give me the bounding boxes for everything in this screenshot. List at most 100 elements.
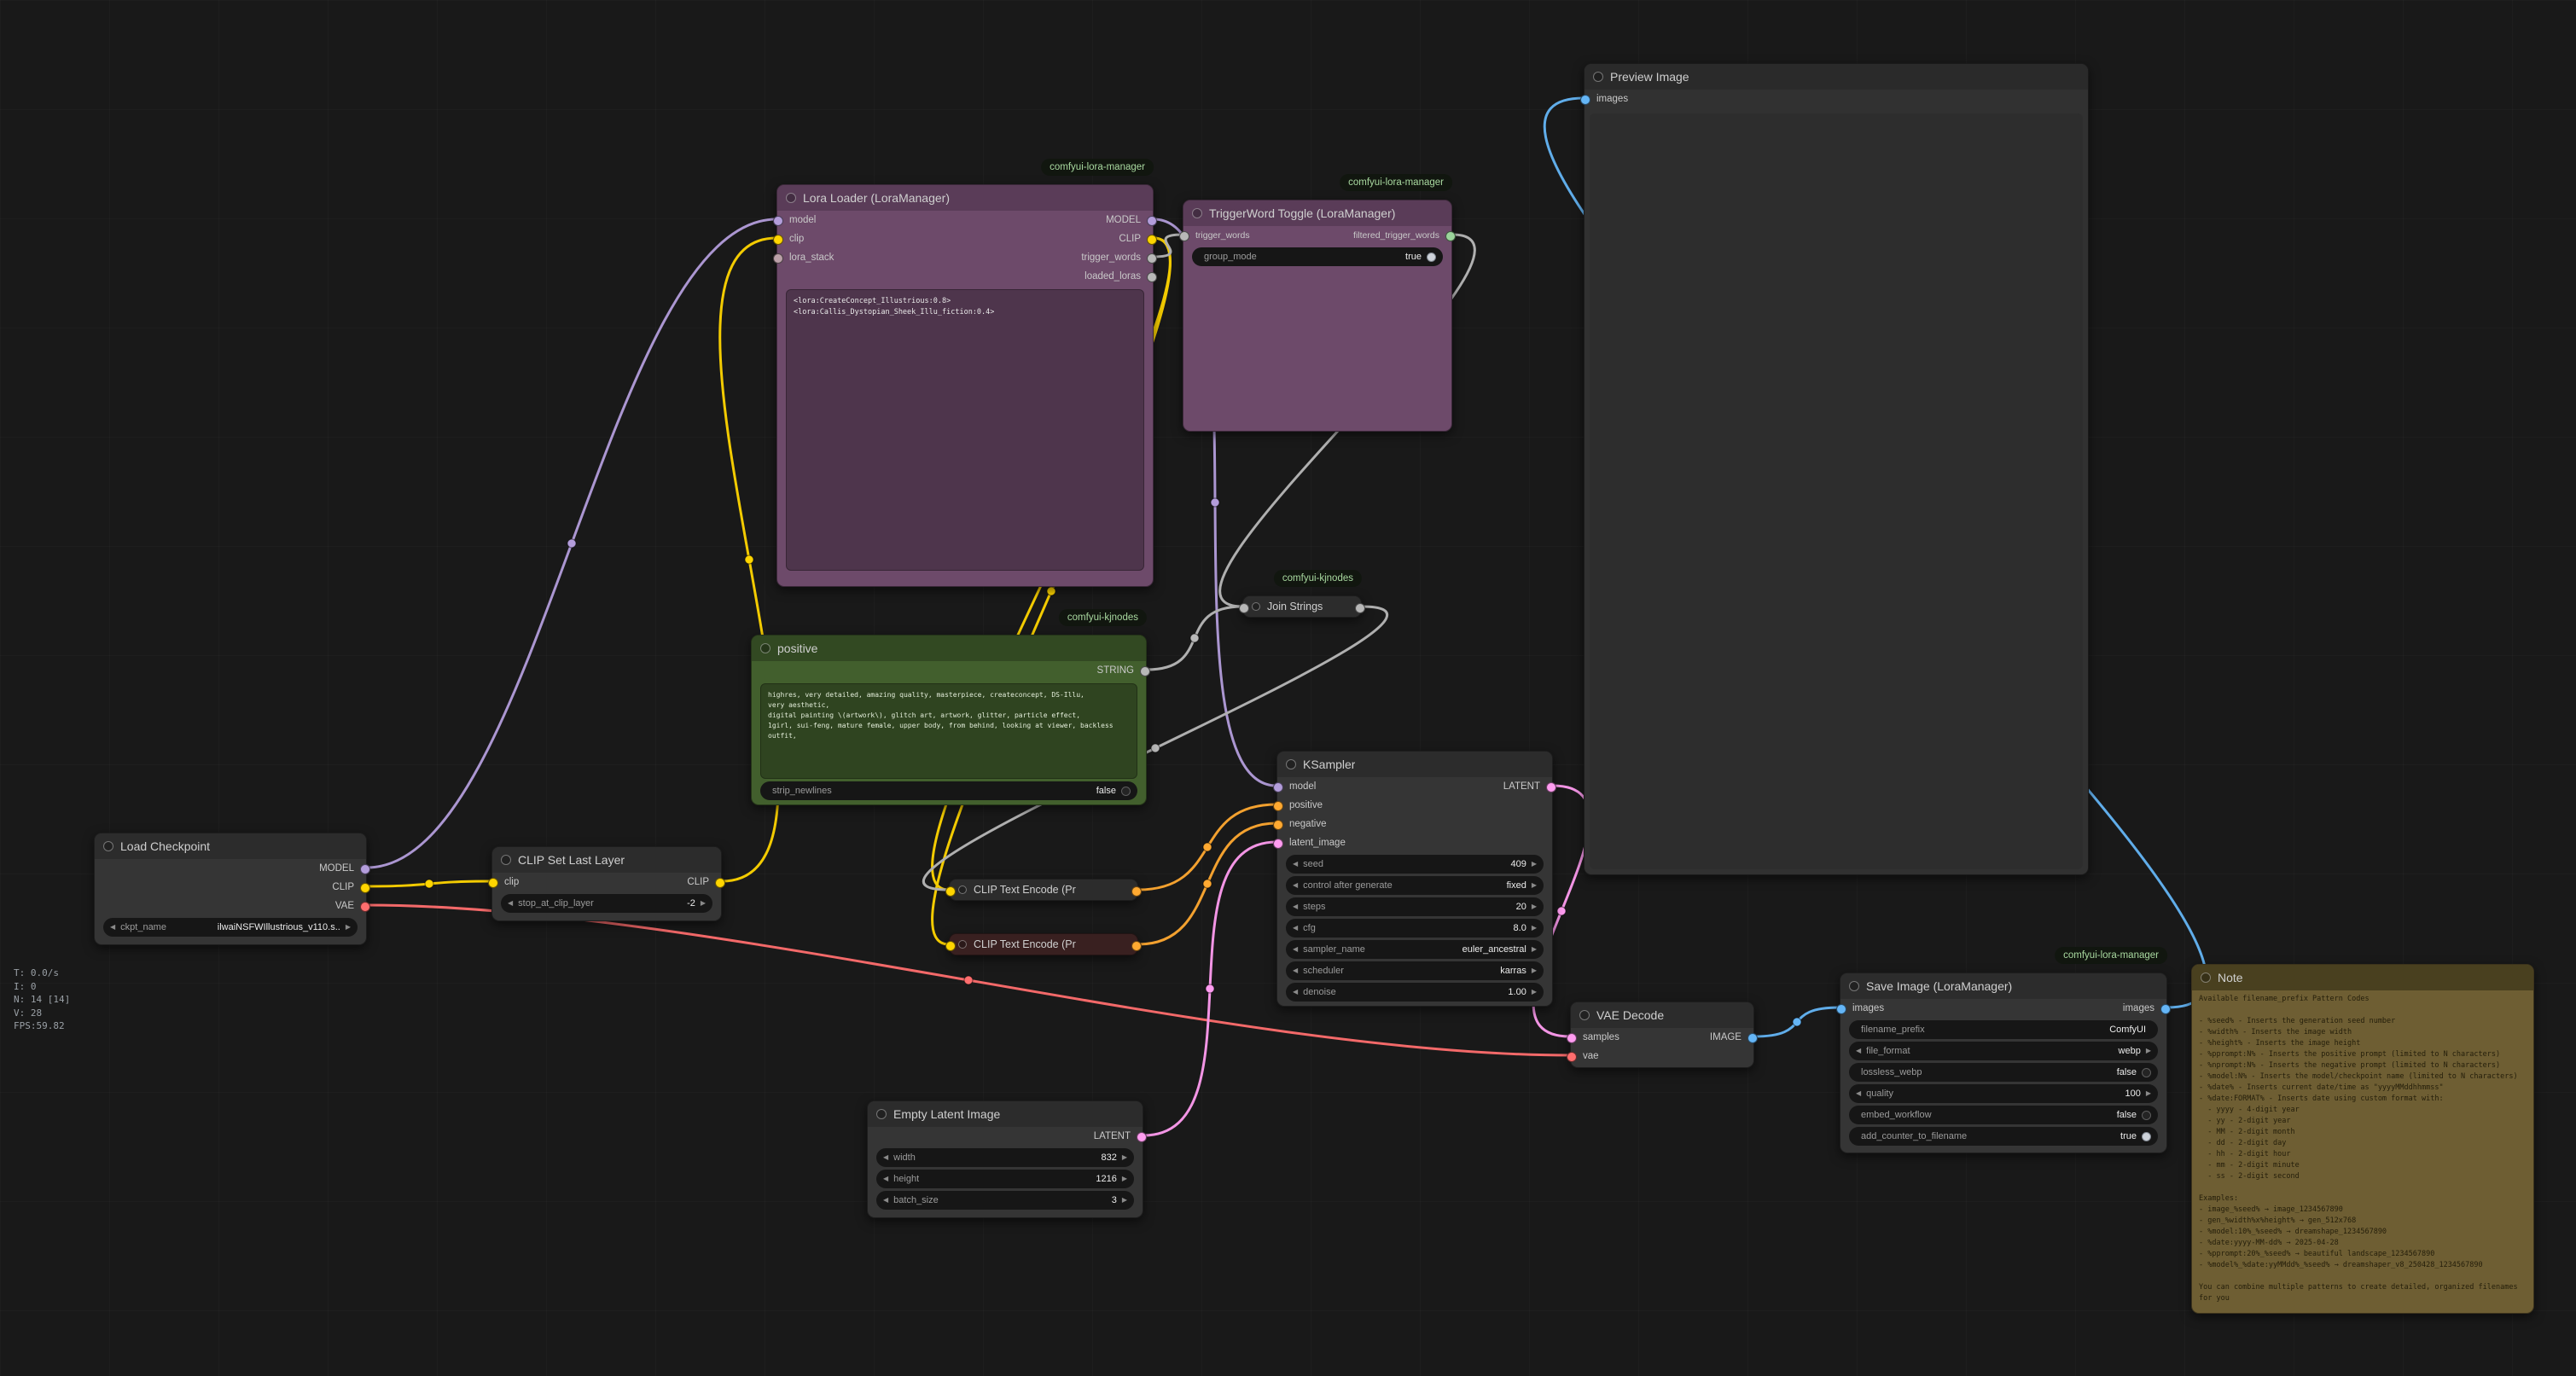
next-arrow-icon[interactable]: ▶	[1532, 903, 1537, 910]
widget-filename-prefix[interactable]: filename_prefix ComfyUI	[1849, 1020, 2158, 1039]
toggle-indicator[interactable]	[2142, 1111, 2151, 1120]
link-midpoint-dot[interactable]	[1211, 498, 1219, 507]
node-save-image[interactable]: Save Image (LoraManager) images images f…	[1840, 972, 2167, 1153]
output-port-clip[interactable]	[360, 883, 370, 893]
toggle-indicator[interactable]	[2142, 1068, 2151, 1077]
node-clip-text-encode-positive[interactable]: CLIP Text Encode (Pr	[949, 879, 1138, 901]
node-positive-prompt[interactable]: positive STRING highres, very detailed, …	[751, 635, 1147, 805]
node-header[interactable]: Lora Loader (LoraManager)	[777, 185, 1153, 211]
output-port-model[interactable]	[1147, 216, 1157, 226]
link-midpoint-dot[interactable]	[1793, 1018, 1801, 1026]
next-arrow-icon[interactable]: ▶	[346, 924, 351, 931]
output-port-image[interactable]	[1747, 1033, 1758, 1043]
node-header[interactable]: TriggerWord Toggle (LoraManager)	[1183, 200, 1451, 226]
prev-arrow-icon[interactable]: ◀	[1293, 946, 1298, 953]
collapse-toggle-icon[interactable]	[1849, 981, 1859, 991]
output-port-images[interactable]	[2160, 1004, 2171, 1014]
output-port-trigger-words[interactable]	[1147, 253, 1157, 264]
toggle-indicator[interactable]	[1121, 787, 1131, 796]
node-preview-image[interactable]: Preview Image images	[1584, 63, 2089, 875]
output-port-clip[interactable]	[715, 878, 725, 888]
node-header[interactable]: Join Strings	[1243, 596, 1361, 617]
prev-arrow-icon[interactable]: ◀	[1293, 882, 1298, 889]
collapse-toggle-icon[interactable]	[1192, 208, 1202, 218]
node-header[interactable]: CLIP Set Last Layer	[492, 847, 721, 873]
input-port-lora-stack[interactable]	[773, 253, 783, 264]
output-port-latent[interactable]	[1546, 782, 1556, 793]
collapse-toggle-icon[interactable]	[1286, 759, 1296, 769]
widget-height[interactable]: ◀ height 1216 ▶	[876, 1170, 1134, 1188]
next-arrow-icon[interactable]: ▶	[1532, 946, 1537, 953]
widget-file-format[interactable]: ◀ file_format webp ▶	[1849, 1042, 2158, 1060]
widget-cfg[interactable]: ◀ cfg 8.0 ▶	[1286, 919, 1544, 938]
node-triggerword-toggle[interactable]: TriggerWord Toggle (LoraManager) trigger…	[1183, 200, 1452, 432]
link-midpoint-dot[interactable]	[964, 976, 973, 984]
node-note[interactable]: Note Available filename_prefix Pattern C…	[2191, 964, 2534, 1314]
node-header[interactable]: Preview Image	[1585, 64, 2088, 90]
collapse-toggle-icon[interactable]	[876, 1109, 887, 1119]
widget-strip-newlines[interactable]: strip_newlines false	[760, 781, 1137, 800]
output-port-joined-string[interactable]	[1355, 603, 1365, 613]
link-midpoint-dot[interactable]	[1151, 744, 1160, 752]
next-arrow-icon[interactable]: ▶	[2146, 1090, 2151, 1097]
node-clip-text-encode-negative[interactable]: CLIP Text Encode (Pr	[949, 933, 1138, 955]
output-port-latent[interactable]	[1137, 1132, 1147, 1142]
prev-arrow-icon[interactable]: ◀	[1293, 861, 1298, 868]
next-arrow-icon[interactable]: ▶	[1122, 1176, 1127, 1182]
input-port-clip[interactable]	[945, 941, 956, 951]
note-text-widget[interactable]: Available filename_prefix Pattern Codes …	[2199, 994, 2527, 1304]
input-port-samples[interactable]	[1567, 1033, 1577, 1043]
input-port-model[interactable]	[773, 216, 783, 226]
toggle-indicator[interactable]	[1427, 253, 1436, 262]
prev-arrow-icon[interactable]: ◀	[1293, 967, 1298, 974]
widget-embed-workflow[interactable]: embed_workflow false	[1849, 1106, 2158, 1124]
output-port-string[interactable]	[1140, 666, 1150, 676]
next-arrow-icon[interactable]: ▶	[1532, 925, 1537, 932]
widget-width[interactable]: ◀ width 832 ▶	[876, 1148, 1134, 1167]
prev-arrow-icon[interactable]: ◀	[1856, 1090, 1861, 1097]
next-arrow-icon[interactable]: ▶	[1532, 882, 1537, 889]
next-arrow-icon[interactable]: ▶	[1122, 1154, 1127, 1161]
output-port-loaded-loras[interactable]	[1147, 272, 1157, 282]
output-port-conditioning[interactable]	[1131, 941, 1142, 951]
node-header[interactable]: positive	[752, 636, 1146, 661]
widget-denoise[interactable]: ◀ denoise 1.00 ▶	[1286, 983, 1544, 1002]
node-vae-decode[interactable]: VAE Decode samples IMAGE vae	[1570, 1002, 1754, 1068]
graph-canvas[interactable]: { "status_overlay": { "lines": ["T: 0.0/…	[0, 0, 2576, 1376]
collapse-toggle-icon[interactable]	[103, 841, 113, 851]
prev-arrow-icon[interactable]: ◀	[1293, 925, 1298, 932]
collapse-toggle-icon[interactable]	[1252, 602, 1260, 611]
collapse-toggle-icon[interactable]	[760, 643, 770, 653]
collapse-toggle-icon[interactable]	[786, 193, 796, 203]
node-header[interactable]: Load Checkpoint	[95, 833, 366, 859]
widget-steps[interactable]: ◀ steps 20 ▶	[1286, 897, 1544, 916]
input-port-clip[interactable]	[488, 878, 498, 888]
prev-arrow-icon[interactable]: ◀	[508, 900, 513, 907]
node-header[interactable]: Note	[2192, 965, 2533, 990]
next-arrow-icon[interactable]: ▶	[1532, 861, 1537, 868]
next-arrow-icon[interactable]: ▶	[1532, 989, 1537, 996]
widget-lossless-webp[interactable]: lossless_webp false	[1849, 1063, 2158, 1082]
widget-scheduler[interactable]: ◀ scheduler karras ▶	[1286, 961, 1544, 980]
link-midpoint-dot[interactable]	[425, 880, 433, 888]
collapse-toggle-icon[interactable]	[958, 885, 967, 894]
prompt-text-widget[interactable]: highres, very detailed, amazing quality,…	[760, 683, 1137, 779]
input-port-images[interactable]	[1580, 95, 1590, 105]
prev-arrow-icon[interactable]: ◀	[1293, 989, 1298, 996]
node-header[interactable]: CLIP Text Encode (Pr	[950, 934, 1137, 955]
input-port-clip[interactable]	[945, 886, 956, 897]
link-midpoint-dot[interactable]	[1047, 587, 1055, 595]
input-port-vae[interactable]	[1567, 1052, 1577, 1062]
output-port-vae[interactable]	[360, 902, 370, 912]
widget-add-counter-to-filename[interactable]: add_counter_to_filename true	[1849, 1127, 2158, 1146]
link-midpoint-dot[interactable]	[745, 555, 753, 564]
link-midpoint-dot[interactable]	[1206, 984, 1214, 993]
input-port-trigger-words[interactable]	[1179, 231, 1189, 241]
collapse-toggle-icon[interactable]	[1593, 72, 1603, 82]
link-midpoint-dot[interactable]	[567, 539, 576, 548]
input-port-strings[interactable]	[1239, 603, 1249, 613]
next-arrow-icon[interactable]: ▶	[701, 900, 706, 907]
output-port-clip[interactable]	[1147, 235, 1157, 245]
prev-arrow-icon[interactable]: ◀	[1293, 903, 1298, 910]
collapse-toggle-icon[interactable]	[958, 940, 967, 949]
